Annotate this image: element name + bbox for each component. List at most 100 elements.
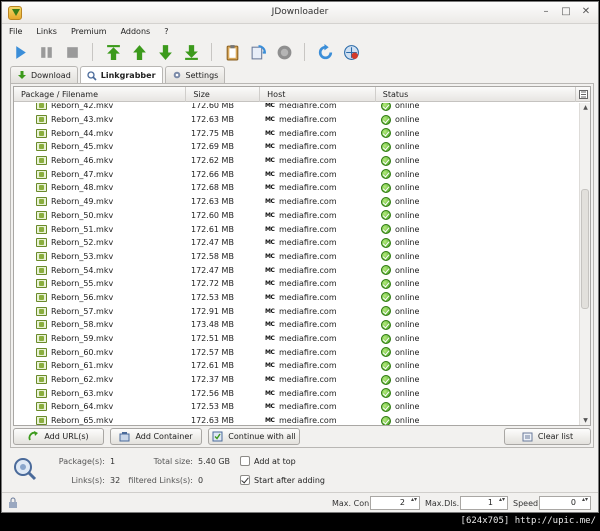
- start-download-icon[interactable]: [10, 42, 30, 62]
- table-row[interactable]: Reborn_48.mkv 172.68 MB MC mediafire.com onl…: [14, 181, 580, 195]
- move-down-icon[interactable]: [155, 42, 175, 62]
- table-row[interactable]: Reborn_47.mkv 172.66 MB MC mediafire.com onl…: [14, 167, 580, 181]
- stop-download-icon[interactable]: [62, 42, 82, 62]
- filename-cell: Reborn_42.mkv: [51, 103, 114, 111]
- menu-file[interactable]: File: [9, 27, 22, 36]
- column-header-size[interactable]: Size: [186, 87, 261, 102]
- title-bar: JDownloader – □ ✕: [2, 2, 598, 24]
- tab-settings[interactable]: Settings: [164, 66, 226, 83]
- host-cell: mediafire.com: [279, 402, 337, 412]
- premium-icon[interactable]: [274, 42, 294, 62]
- reconnect-icon[interactable]: [248, 42, 268, 62]
- table-row[interactable]: Reborn_62.mkv 172.37 MB MC mediafire.com onl…: [14, 373, 580, 387]
- filename-cell: Reborn_59.mkv: [51, 334, 114, 344]
- host-cell: mediafire.com: [279, 320, 337, 330]
- host-cell: mediafire.com: [279, 361, 337, 371]
- table-row[interactable]: Reborn_55.mkv 172.72 MB MC mediafire.com onl…: [14, 277, 580, 291]
- move-up-icon[interactable]: [129, 42, 149, 62]
- filename-cell: Reborn_54.mkv: [51, 265, 114, 275]
- update-icon[interactable]: [341, 42, 361, 62]
- summary-panel: Package(s): 1 Links(s): 32 Total size: 5…: [10, 451, 594, 491]
- start-after-adding-checkbox[interactable]: Start after adding: [240, 475, 325, 485]
- mediafire-host-icon: MC: [265, 184, 275, 192]
- vertical-scrollbar[interactable]: ▲ ▼: [579, 103, 590, 425]
- table-row[interactable]: Reborn_54.mkv 172.47 MB MC mediafire.com onl…: [14, 263, 580, 277]
- table-row[interactable]: Reborn_58.mkv 173.48 MB MC mediafire.com onl…: [14, 318, 580, 332]
- table-row[interactable]: Reborn_43.mkv 172.63 MB MC mediafire.com onl…: [14, 113, 580, 127]
- host-cell: mediafire.com: [279, 238, 337, 248]
- pause-download-icon[interactable]: [36, 42, 56, 62]
- clear-list-button[interactable]: Clear list: [504, 428, 591, 445]
- table-row[interactable]: Reborn_46.mkv 172.62 MB MC mediafire.com onl…: [14, 154, 580, 168]
- add-url-button[interactable]: Add URL(s): [13, 428, 104, 445]
- video-file-icon: [36, 388, 47, 398]
- size-cell: 172.62 MB: [191, 156, 234, 166]
- status-cell: online: [395, 361, 420, 371]
- scrollbar-thumb[interactable]: [581, 189, 589, 309]
- table-row[interactable]: Reborn_59.mkv 172.51 MB MC mediafire.com onl…: [14, 332, 580, 346]
- tab-download[interactable]: Download: [10, 66, 78, 83]
- column-chooser-icon[interactable]: [576, 87, 590, 102]
- video-file-icon: [36, 347, 47, 357]
- column-header-filename[interactable]: Package / Filename: [14, 87, 187, 102]
- host-cell: mediafire.com: [279, 279, 337, 289]
- add-at-top-box[interactable]: [240, 456, 250, 466]
- close-icon[interactable]: ✕: [580, 6, 592, 18]
- table-row[interactable]: Reborn_53.mkv 172.58 MB MC mediafire.com onl…: [14, 250, 580, 264]
- table-row[interactable]: Reborn_56.mkv 172.53 MB MC mediafire.com onl…: [14, 291, 580, 305]
- max-dls-spinner[interactable]: 1: [460, 496, 508, 510]
- table-row[interactable]: Reborn_64.mkv 172.53 MB MC mediafire.com onl…: [14, 400, 580, 414]
- online-check-icon: [381, 401, 391, 412]
- move-bottom-icon[interactable]: [181, 42, 201, 62]
- scroll-down-icon[interactable]: ▼: [580, 416, 590, 425]
- table-row[interactable]: Reborn_51.mkv 172.61 MB MC mediafire.com onl…: [14, 222, 580, 236]
- table-row[interactable]: Reborn_60.mkv 172.57 MB MC mediafire.com onl…: [14, 345, 580, 359]
- refresh-icon[interactable]: [315, 42, 335, 62]
- table-row[interactable]: Reborn_61.mkv 172.61 MB MC mediafire.com onl…: [14, 359, 580, 373]
- column-header-status[interactable]: Status: [376, 87, 577, 102]
- menu-premium[interactable]: Premium: [71, 27, 107, 36]
- filename-cell: Reborn_43.mkv: [51, 115, 114, 125]
- tab-settings-label: Settings: [185, 70, 219, 80]
- column-header-host[interactable]: Host: [260, 87, 376, 102]
- mediafire-host-icon: MC: [265, 103, 275, 110]
- mediafire-host-icon: MC: [265, 280, 275, 288]
- clipboard-icon[interactable]: [222, 42, 242, 62]
- move-top-icon[interactable]: [103, 42, 123, 62]
- speed-spinner[interactable]: 0: [539, 496, 591, 510]
- online-check-icon: [381, 210, 391, 221]
- table-row[interactable]: Reborn_52.mkv 172.47 MB MC mediafire.com onl…: [14, 236, 580, 250]
- video-file-icon: [36, 416, 47, 425]
- video-file-icon: [36, 210, 47, 220]
- settings-gear-icon: [173, 71, 180, 79]
- status-cell: online: [395, 292, 420, 302]
- continue-with-all-button[interactable]: Continue with all: [208, 428, 300, 445]
- online-check-icon: [381, 388, 391, 399]
- add-at-top-checkbox[interactable]: Add at top: [240, 456, 296, 466]
- menu-links[interactable]: Links: [36, 27, 57, 36]
- online-check-icon: [381, 155, 391, 166]
- table-row[interactable]: Reborn_65.mkv 172.63 MB MC mediafire.com onl…: [14, 414, 580, 425]
- table-row[interactable]: Reborn_57.mkv 172.91 MB MC mediafire.com onl…: [14, 304, 580, 318]
- mediafire-host-icon: MC: [265, 252, 275, 260]
- status-cell: online: [395, 251, 420, 261]
- minimize-icon[interactable]: –: [540, 6, 552, 18]
- table-row[interactable]: Reborn_44.mkv 172.75 MB MC mediafire.com onl…: [14, 126, 580, 140]
- filename-cell: Reborn_56.mkv: [51, 292, 114, 302]
- menu-addons[interactable]: Addons: [121, 27, 151, 36]
- watermark-text: [624x705] http://upic.me/: [460, 516, 596, 526]
- table-row[interactable]: Reborn_50.mkv 172.60 MB MC mediafire.com onl…: [14, 209, 580, 223]
- maximize-icon[interactable]: □: [560, 6, 572, 18]
- table-row[interactable]: Reborn_42.mkv 172.60 MB MC mediafire.com onl…: [14, 103, 580, 113]
- menu-help[interactable]: ?: [164, 27, 168, 36]
- table-row[interactable]: Reborn_63.mkv 172.56 MB MC mediafire.com onl…: [14, 386, 580, 400]
- tab-linkgrabber[interactable]: Linkgrabber: [79, 66, 163, 84]
- add-container-button[interactable]: Add Container: [110, 428, 202, 445]
- start-after-adding-box[interactable]: [240, 475, 250, 485]
- table-row[interactable]: Reborn_45.mkv 172.69 MB MC mediafire.com onl…: [14, 140, 580, 154]
- action-button-bar: Add URL(s) Add Container Continue with a…: [13, 428, 591, 446]
- scroll-up-icon[interactable]: ▲: [580, 103, 590, 113]
- online-check-icon: [381, 128, 391, 139]
- max-con-spinner[interactable]: 2: [370, 496, 420, 510]
- table-row[interactable]: Reborn_49.mkv 172.63 MB MC mediafire.com onl…: [14, 195, 580, 209]
